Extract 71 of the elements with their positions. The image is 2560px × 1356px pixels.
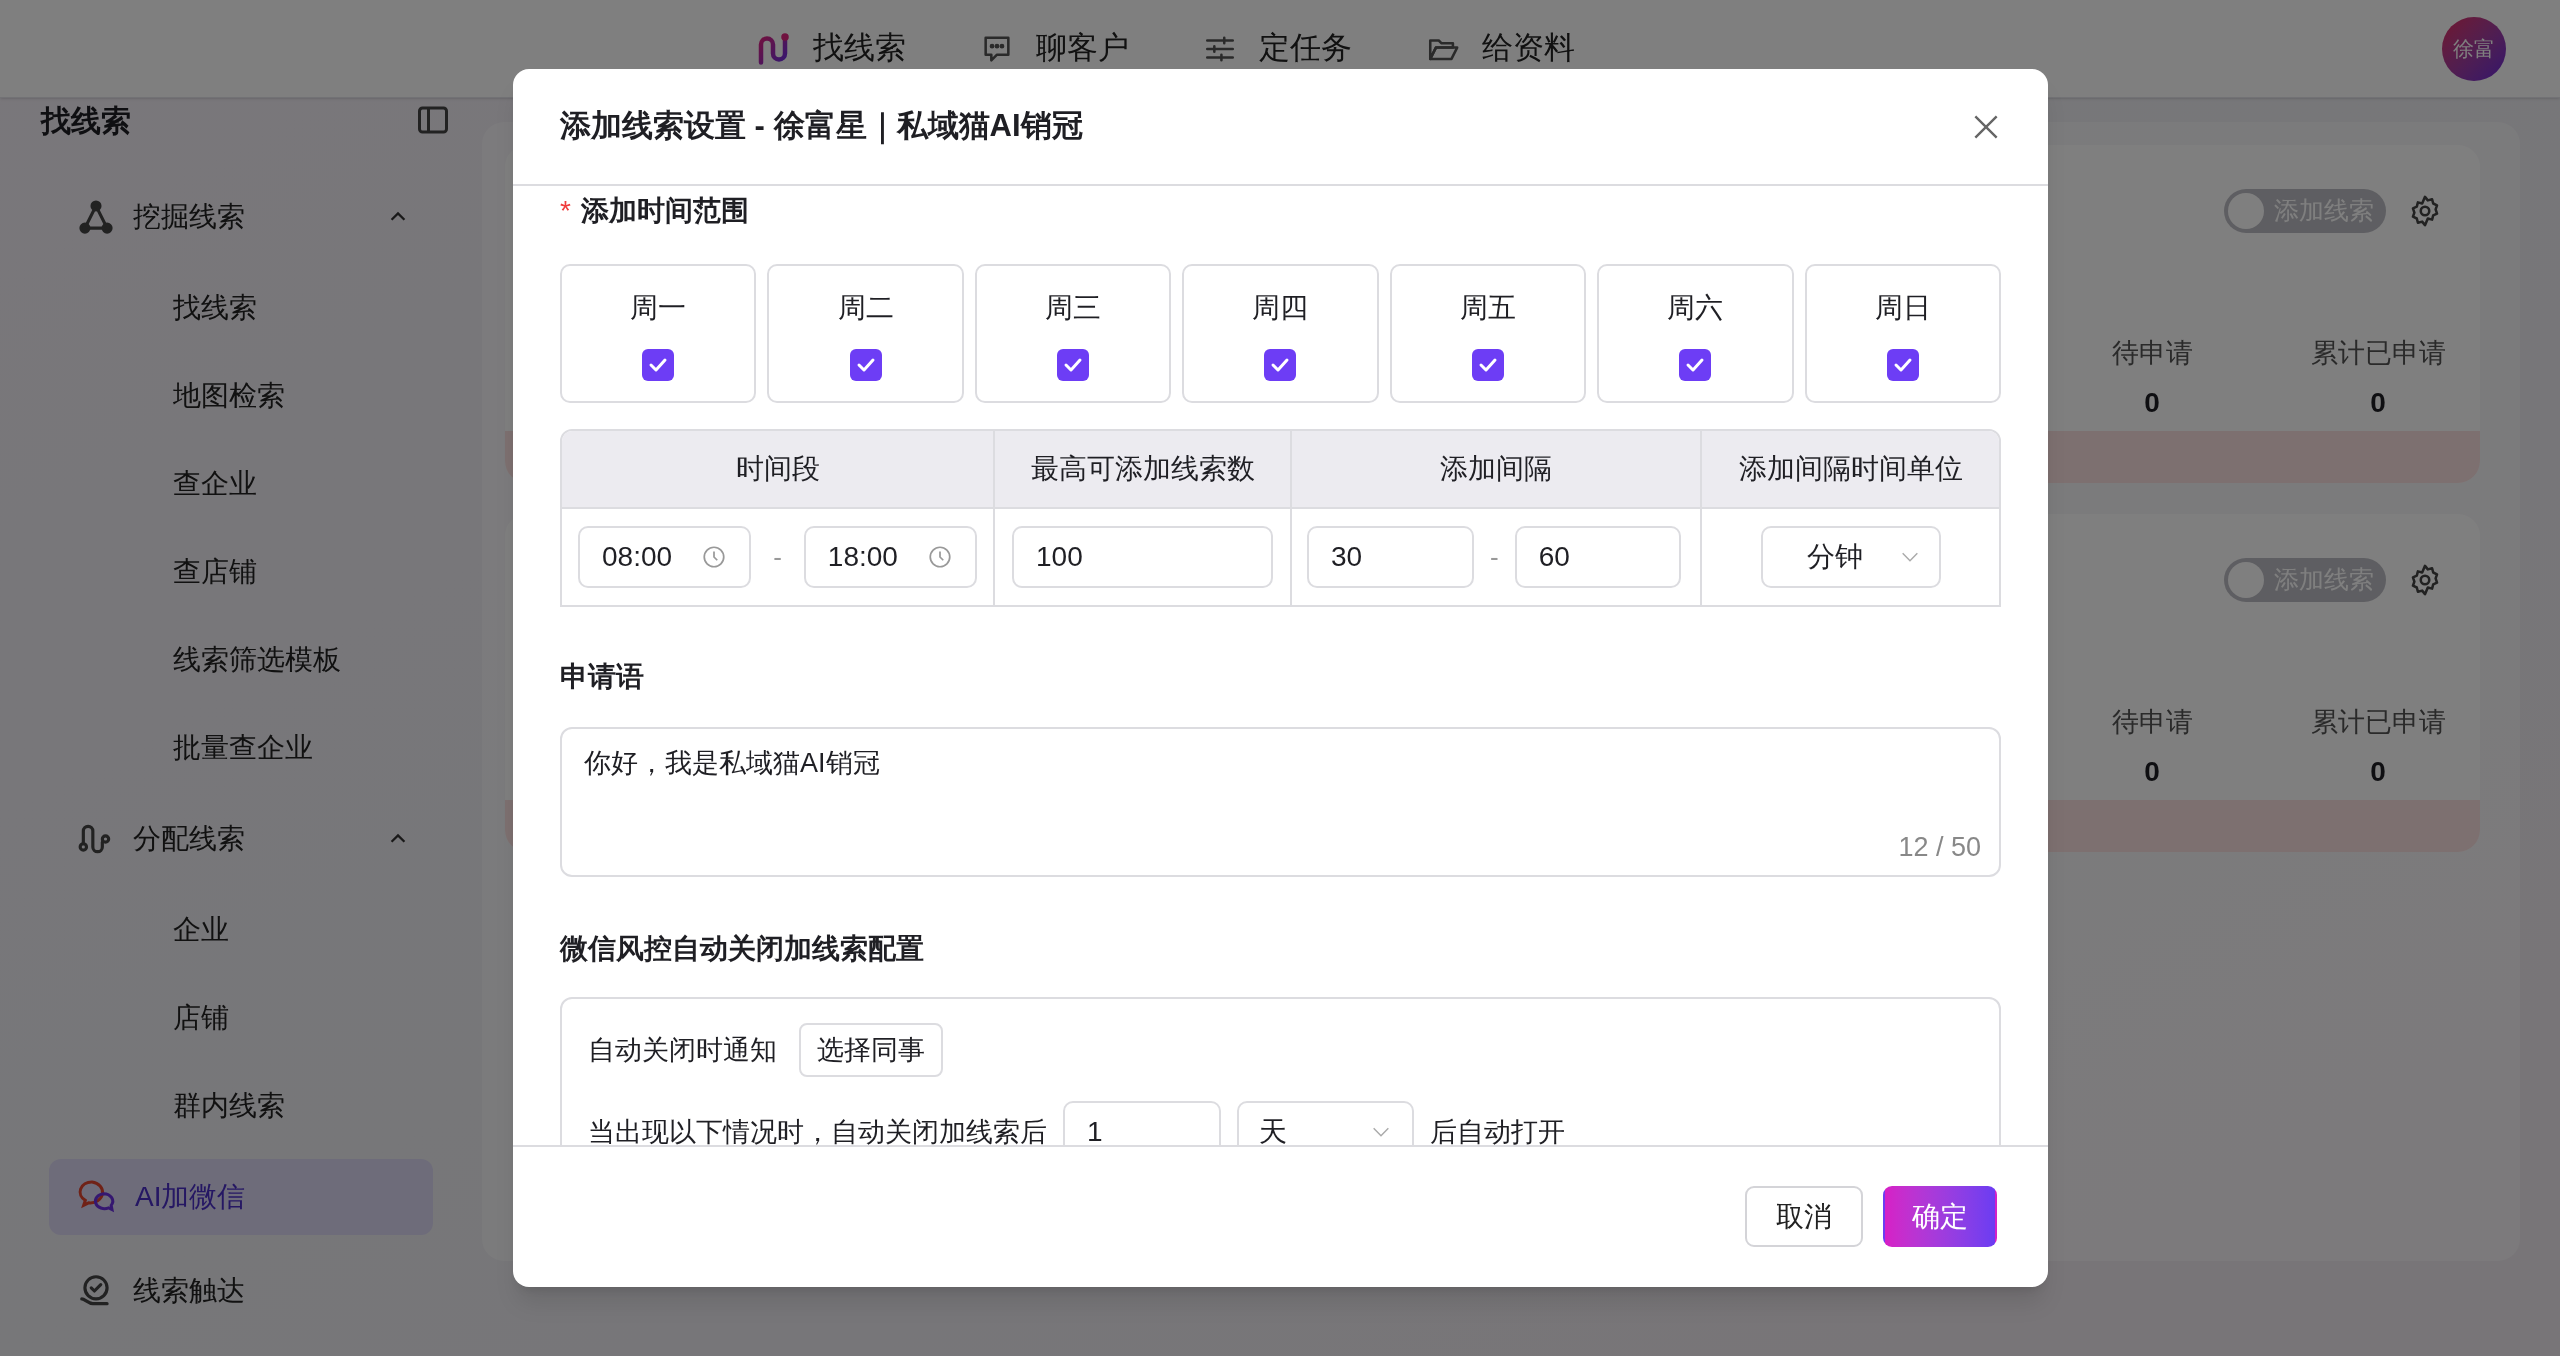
reopen-unit-select[interactable]: 天: [1237, 1101, 1414, 1145]
day-checkbox[interactable]: [1886, 348, 1919, 381]
time-start-field[interactable]: 08:00: [578, 526, 752, 588]
day-checkbox[interactable]: [1264, 348, 1297, 381]
char-counter: 12 / 50: [1898, 830, 1981, 864]
column-header: 时间段: [562, 431, 995, 509]
interval-min-field[interactable]: 30: [1307, 526, 1474, 588]
max-count-field[interactable]: 100: [1012, 526, 1273, 588]
field-label: 后自动打开: [1430, 1115, 1565, 1145]
sidebar-item[interactable]: 分配线索: [49, 801, 433, 877]
sidebar-subitem[interactable]: 群内线索: [49, 1068, 433, 1144]
column-header: 添加间隔: [1292, 431, 1702, 509]
sidebar-subitem[interactable]: 企业: [49, 892, 433, 968]
day-option[interactable]: 周二: [767, 264, 964, 403]
sidebar-subitem[interactable]: 线索筛选模板: [49, 622, 433, 698]
sidebar-title: 找线索: [41, 102, 131, 139]
range-separator: -: [1490, 540, 1499, 574]
stat-label: 累计已申请: [2310, 706, 2446, 739]
day-option[interactable]: 周四: [1182, 264, 1379, 403]
day-option[interactable]: 周日: [1804, 264, 2001, 403]
select-colleague-button[interactable]: 选择同事: [799, 1023, 943, 1077]
section-label: 申请语: [560, 660, 644, 694]
sidebar-subitem[interactable]: 批量查企业: [49, 710, 433, 786]
range-separator: -: [773, 540, 782, 574]
dialog-title: 添加线索设置 - 徐富星｜私域猫AI销冠: [560, 107, 1083, 147]
clock-icon: [701, 544, 728, 570]
stat-label: 累计已申请: [2310, 337, 2446, 370]
day-option[interactable]: 周一: [560, 264, 757, 403]
day-option[interactable]: 周三: [974, 264, 1172, 403]
sidebar-subitem[interactable]: 查企业: [49, 446, 433, 522]
field-label: 当出现以下情况时，自动关闭加线索后: [588, 1115, 1047, 1145]
unit-select[interactable]: 分钟: [1760, 526, 1941, 588]
nav-item[interactable]: 定任务: [1203, 25, 1352, 72]
column-header: 最高可添加线索数: [995, 431, 1292, 509]
sidebar-subitem[interactable]: 店铺: [49, 980, 433, 1056]
day-checkbox[interactable]: [642, 348, 675, 381]
time-end-field[interactable]: 18:00: [803, 526, 977, 588]
day-option[interactable]: 周五: [1389, 264, 1587, 403]
day-checkbox[interactable]: [1679, 348, 1712, 381]
sidebar-subitem[interactable]: 地图检索: [49, 358, 433, 434]
day-checkbox[interactable]: [1057, 348, 1090, 381]
sidebar-item[interactable]: 挖掘线索: [49, 179, 433, 255]
required-mark: *: [560, 194, 571, 228]
interval-max-field[interactable]: 60: [1514, 526, 1681, 588]
sidebar-item[interactable]: AI加微信: [49, 1159, 433, 1235]
field-label: 自动关闭时通知: [588, 1033, 777, 1067]
stat-value: 0: [2370, 385, 2386, 420]
sidebar-subitem[interactable]: 找线索: [49, 270, 433, 346]
stat-label: 待申请: [2111, 337, 2193, 370]
nodes-icon: [77, 198, 115, 236]
sidebar-item[interactable]: 线索触达: [49, 1253, 433, 1329]
section-label: 添加时间范围: [580, 194, 749, 228]
nav-item[interactable]: 找线索: [755, 25, 906, 72]
stat-value: 0: [2144, 754, 2160, 789]
sidebar-subitem[interactable]: 查店铺: [49, 534, 433, 610]
stat-label: 待申请: [2111, 706, 2193, 739]
avatar[interactable]: 徐富: [2442, 16, 2506, 81]
nav-item[interactable]: 聊客户: [980, 25, 1129, 72]
day-option[interactable]: 周六: [1597, 264, 1794, 403]
stat-value: 0: [2144, 385, 2160, 420]
greeting-textarea[interactable]: 你好，我是私域猫AI销冠 12 / 50: [560, 727, 2001, 877]
reopen-value-field[interactable]: 1: [1063, 1101, 1221, 1145]
clock-icon: [927, 544, 953, 570]
day-checkbox[interactable]: [849, 348, 882, 381]
stat-value: 0: [2370, 754, 2386, 789]
confirm-button[interactable]: 确定: [1883, 1186, 1997, 1247]
day-checkbox[interactable]: [1471, 348, 1504, 381]
cancel-button[interactable]: 取消: [1745, 1186, 1863, 1247]
column-header: 添加间隔时间单位: [1702, 431, 1999, 509]
section-label: 微信风控自动关闭加线索配置: [560, 932, 924, 966]
nav-item[interactable]: 给资料: [1426, 25, 1575, 72]
